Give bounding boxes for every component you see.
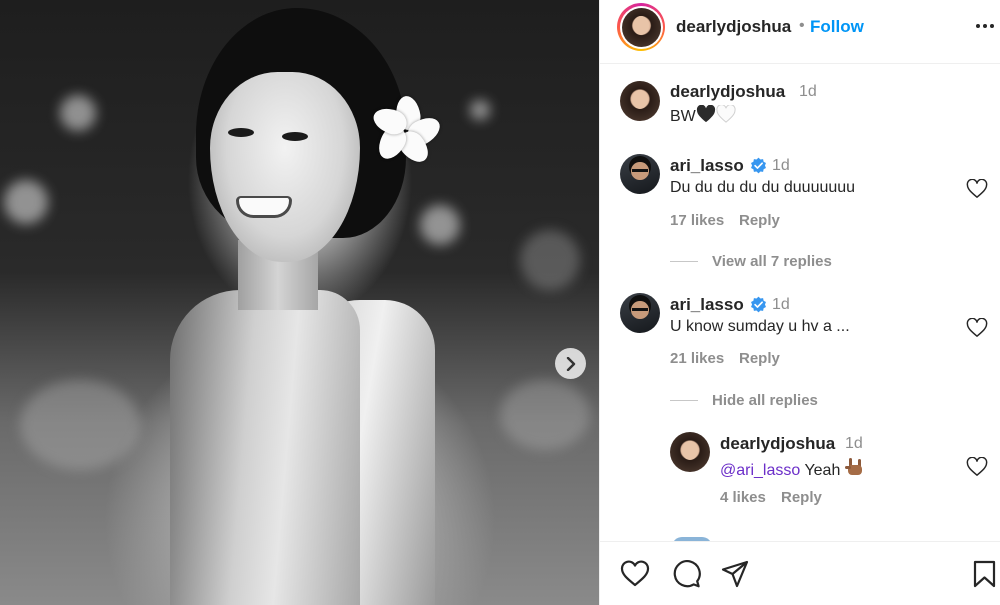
- bokeh-light: [470, 100, 490, 120]
- view-replies-button[interactable]: View all 7 replies: [712, 253, 832, 270]
- comment-text: U know sumday u hv a ...: [670, 318, 850, 335]
- comment-time[interactable]: 1d: [799, 83, 817, 101]
- verified-badge-icon: [751, 296, 766, 313]
- subject-eye: [282, 132, 308, 141]
- story-ring[interactable]: [617, 3, 665, 51]
- author-avatar[interactable]: [621, 7, 661, 47]
- post-sidebar: dearlydjoshua • Follow dearlydjoshua 1d …: [599, 0, 1000, 605]
- bokeh-light: [520, 230, 580, 290]
- reply-button[interactable]: Reply: [739, 212, 780, 229]
- comment-text: BW: [670, 105, 736, 126]
- comment-time[interactable]: 1d: [772, 157, 790, 175]
- comment-body: BW: [670, 108, 696, 125]
- comment-avatar[interactable]: [620, 81, 660, 121]
- like-comment-heart-icon[interactable]: [966, 318, 988, 338]
- comment-icon[interactable]: [671, 560, 701, 588]
- sign-of-the-horns-icon: [844, 458, 862, 475]
- follow-button[interactable]: Follow: [810, 17, 864, 37]
- more-dot: [990, 24, 994, 28]
- like-comment-heart-icon[interactable]: [966, 179, 988, 199]
- white-heart-icon: [716, 105, 736, 123]
- verified-badge-icon: [751, 157, 766, 174]
- mention-link[interactable]: @ari_lasso: [720, 462, 800, 479]
- reply-avatar[interactable]: [670, 432, 710, 472]
- header-separator: •: [799, 17, 805, 34]
- comment-username[interactable]: dearlydjoshua: [670, 82, 785, 102]
- comment-likes[interactable]: 21 likes: [670, 350, 724, 367]
- comment-avatar[interactable]: [620, 154, 660, 194]
- reply-time[interactable]: 1d: [845, 435, 863, 453]
- hair-flower: [369, 94, 445, 168]
- subject-dress: [170, 290, 360, 605]
- comment-username[interactable]: ari_lasso: [670, 156, 744, 176]
- bokeh-light: [20, 380, 140, 470]
- next-photo-button[interactable]: [555, 348, 586, 379]
- replies-divider: [670, 400, 698, 401]
- reply-button[interactable]: Reply: [739, 350, 780, 367]
- post-action-bar: [600, 541, 1000, 605]
- more-dot: [976, 24, 980, 28]
- heart-icon[interactable]: [620, 560, 650, 587]
- hide-replies-button[interactable]: Hide all replies: [712, 392, 818, 409]
- reply-button[interactable]: Reply: [781, 489, 822, 506]
- replies-divider: [670, 261, 698, 262]
- bookmark-icon[interactable]: [973, 560, 996, 588]
- bokeh-light: [60, 95, 96, 131]
- author-username[interactable]: dearlydjoshua: [676, 17, 791, 37]
- more-options-button[interactable]: [972, 16, 998, 36]
- post-header: dearlydjoshua • Follow: [600, 0, 1000, 64]
- subject-smile: [236, 196, 292, 218]
- reply-likes[interactable]: 4 likes: [720, 489, 766, 506]
- comment-avatar[interactable]: [620, 293, 660, 333]
- comment-likes[interactable]: 17 likes: [670, 212, 724, 229]
- bokeh-light: [420, 205, 460, 245]
- comment-text: Du du du du du duuuuuuu: [670, 179, 856, 196]
- comment-username[interactable]: ari_lasso: [670, 295, 744, 315]
- bokeh-light: [500, 380, 590, 450]
- more-dot: [983, 24, 987, 28]
- post-photo[interactable]: [0, 0, 599, 605]
- reply-text: @ari_lasso Yeah: [720, 457, 865, 480]
- comment-list[interactable]: dearlydjoshua 1d BW ari_lasso 1d Du du d…: [600, 65, 1000, 541]
- share-icon[interactable]: [721, 560, 749, 588]
- like-reply-heart-icon[interactable]: [966, 457, 988, 477]
- black-heart-icon: [696, 105, 715, 123]
- subject-eye: [228, 128, 254, 137]
- chevron-right-icon: [566, 356, 575, 371]
- reply-body: Yeah: [800, 462, 841, 479]
- comment-time[interactable]: 1d: [772, 296, 790, 314]
- reply-username[interactable]: dearlydjoshua: [720, 434, 835, 454]
- bokeh-light: [4, 180, 48, 224]
